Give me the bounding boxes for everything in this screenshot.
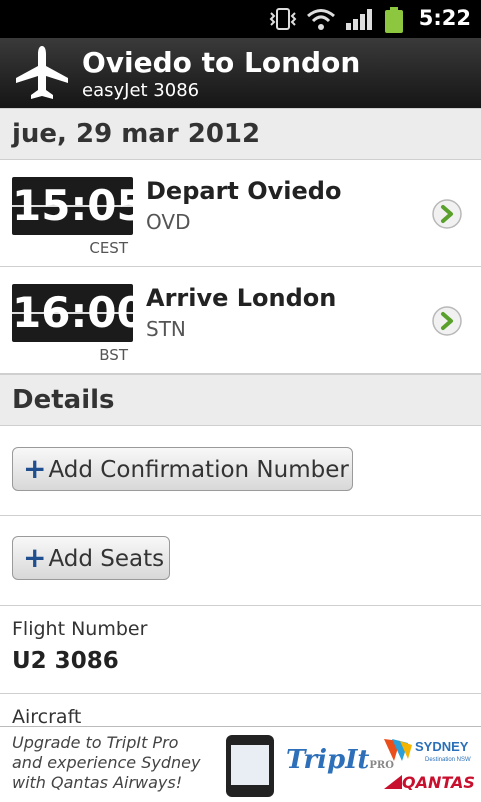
signal-icon xyxy=(346,9,372,30)
airplane-icon xyxy=(16,46,68,99)
arrive-time: 16:00 xyxy=(12,284,133,342)
flight-number-label: Flight Number xyxy=(12,618,148,640)
depart-timezone: CEST xyxy=(89,239,128,257)
arrive-timezone: BST xyxy=(99,346,128,364)
arrive-row[interactable]: 16:00 BST Arrive London STN xyxy=(0,267,481,374)
svg-text:Destination NSW: Destination NSW xyxy=(425,757,471,763)
app-header: Oviedo to London easyJet 3086 xyxy=(0,38,481,109)
airline-flight: easyJet 3086 xyxy=(82,80,200,101)
seats-row: +Add Seats xyxy=(0,516,481,606)
confirmation-row: +Add Confirmation Number xyxy=(0,426,481,516)
chevron-right-icon[interactable] xyxy=(431,198,463,230)
date-header: jue, 29 mar 2012 xyxy=(0,108,481,160)
ad-text: Upgrade to TripIt Pro and experience Syd… xyxy=(12,733,201,792)
depart-time: 15:05 xyxy=(12,177,133,235)
arrive-title: Arrive London xyxy=(146,284,337,312)
add-seats-button[interactable]: +Add Seats xyxy=(12,536,170,580)
trip-title: Oviedo to London xyxy=(82,46,361,79)
qantas-logo: QANTAS xyxy=(384,773,475,792)
svg-text:SYDNEY: SYDNEY xyxy=(415,739,469,754)
depart-airport-code: OVD xyxy=(146,210,191,234)
add-confirmation-button[interactable]: +Add Confirmation Number xyxy=(12,447,353,491)
flight-number-row: Flight Number U2 3086 xyxy=(0,606,481,694)
tripit-logo: TripItPRO xyxy=(286,745,394,775)
kangaroo-icon xyxy=(384,775,402,789)
add-seats-label: Add Seats xyxy=(48,546,165,572)
phone-image xyxy=(226,735,274,797)
arrive-airport-code: STN xyxy=(146,317,186,341)
flight-number-value: U2 3086 xyxy=(12,648,119,674)
battery-icon xyxy=(385,7,403,33)
clock-time: 5:22 xyxy=(418,6,471,30)
chevron-right-icon[interactable] xyxy=(431,305,463,337)
plus-icon: + xyxy=(23,541,47,574)
ad-banner[interactable]: Upgrade to TripIt Pro and experience Syd… xyxy=(0,726,481,802)
vibrate-icon xyxy=(269,8,297,30)
add-confirmation-label: Add Confirmation Number xyxy=(48,457,349,483)
aircraft-label: Aircraft xyxy=(12,706,82,728)
depart-row[interactable]: 15:05 CEST Depart Oviedo OVD xyxy=(0,160,481,267)
sydney-logo: SYDNEY Destination NSW xyxy=(384,739,471,763)
details-header: Details xyxy=(0,374,481,426)
plus-icon: + xyxy=(23,452,47,485)
status-bar: 5:22 xyxy=(0,0,481,38)
wifi-icon xyxy=(307,9,335,30)
depart-title: Depart Oviedo xyxy=(146,177,342,205)
